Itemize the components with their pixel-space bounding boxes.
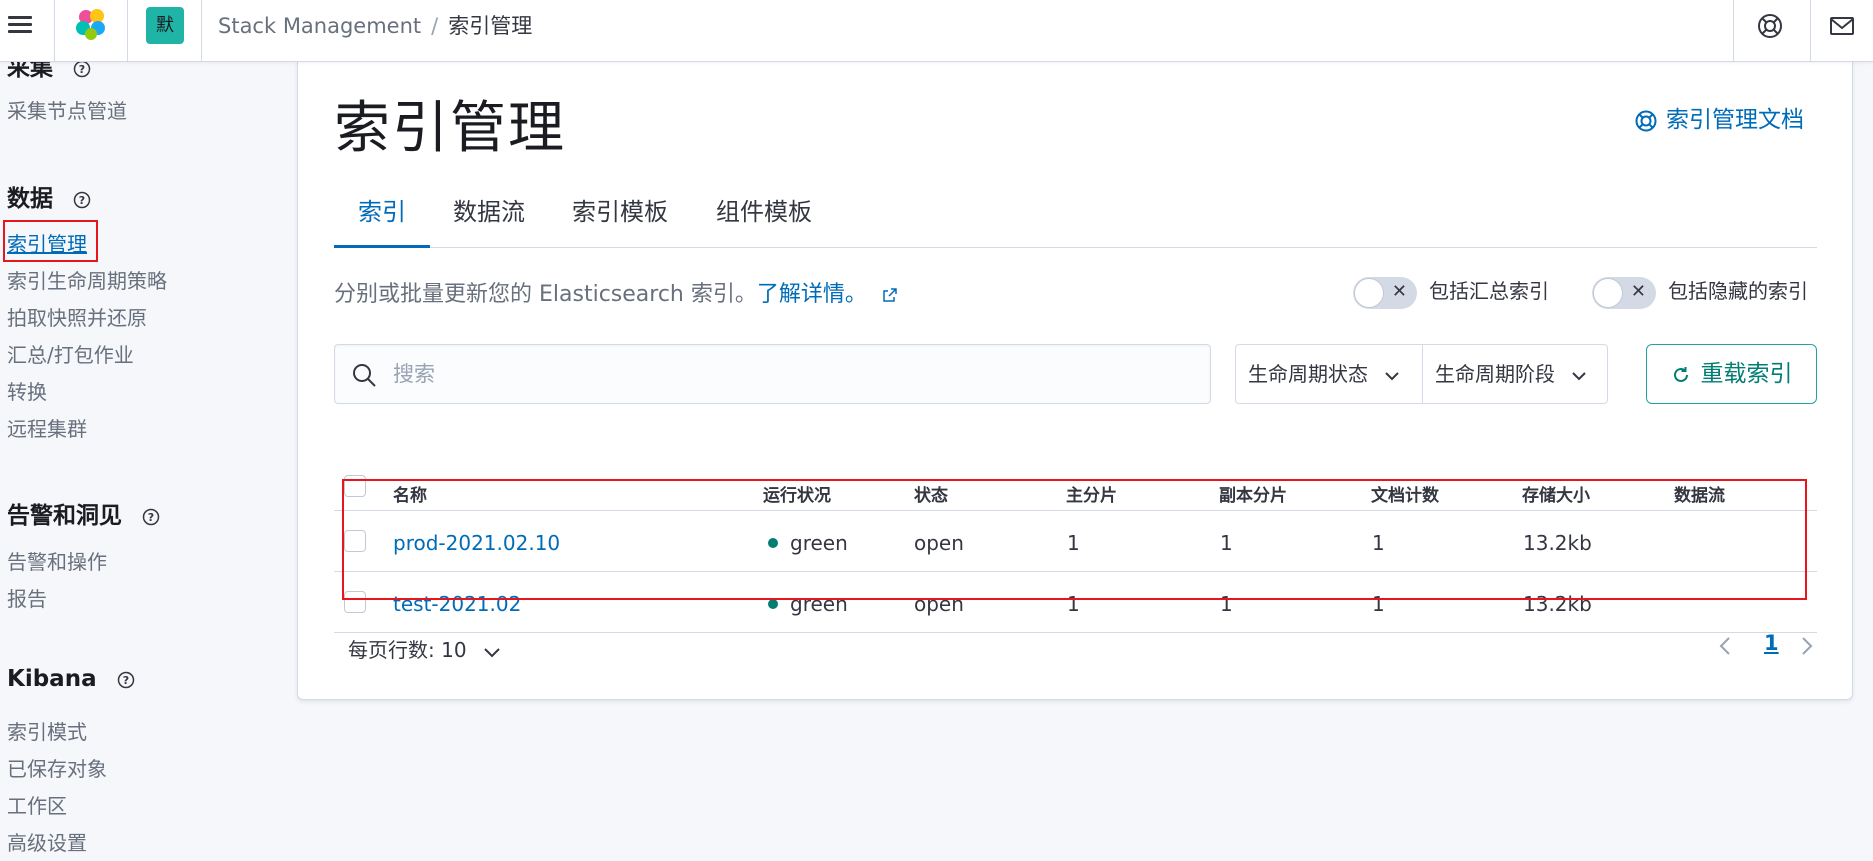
chevron-left-icon[interactable]: [1718, 635, 1732, 657]
question-icon[interactable]: ?: [117, 671, 135, 689]
chevron-down-icon: [1572, 371, 1587, 380]
sidebar-item-advanced-settings[interactable]: 高级设置: [7, 827, 87, 856]
chevron-down-icon: [1385, 371, 1400, 380]
health-dot: [768, 598, 778, 609]
breadcrumb: Stack Management / 索引管理: [218, 12, 532, 40]
docs-link[interactable]: 索引管理文档: [1634, 100, 1804, 134]
lifecycle-status-filter[interactable]: 生命周期状态: [1236, 345, 1422, 403]
switch-knob: [1593, 277, 1623, 308]
toggle-hidden-indices[interactable]: ✕ 包括隐藏的索引: [1592, 275, 1808, 309]
toggle-label: 包括隐藏的索引: [1668, 279, 1808, 303]
toggle-label: 包括汇总索引: [1429, 279, 1549, 303]
pagination: 1: [1718, 631, 1818, 663]
top-header: 默 Stack Management / 索引管理: [0, 0, 1873, 62]
sidebar-item-alerts-actions[interactable]: 告警和操作: [7, 546, 107, 575]
sidebar-item-transforms[interactable]: 转换: [7, 376, 47, 405]
toggle-rollup-indices[interactable]: ✕ 包括汇总索引: [1353, 275, 1549, 309]
hidden-switch[interactable]: ✕: [1592, 276, 1656, 309]
docs-link-label: 索引管理文档: [1666, 107, 1804, 133]
close-icon: ✕: [1391, 280, 1407, 302]
external-link-icon[interactable]: [882, 287, 898, 303]
question-icon[interactable]: ?: [73, 191, 91, 209]
sidebar-item-ilm-policies[interactable]: 索引生命周期策略: [7, 265, 167, 294]
sidebar-item-reporting[interactable]: 报告: [7, 583, 47, 612]
header-divider: [1810, 0, 1811, 62]
filter-group: 生命周期状态 生命周期阶段: [1235, 344, 1608, 404]
close-icon: ✕: [1630, 280, 1646, 302]
filter-label: 生命周期状态: [1248, 362, 1368, 386]
table-bottom-border: [334, 632, 1817, 633]
breadcrumb-stack-management[interactable]: Stack Management: [218, 14, 421, 38]
help-lifebuoy-icon[interactable]: [1754, 10, 1786, 42]
svg-text:?: ?: [79, 194, 85, 207]
nav-heading-alerts-insights: 告警和洞见 ?: [7, 496, 160, 530]
sidebar-item-ingest-pipelines[interactable]: 采集节点管道: [7, 95, 127, 124]
rollup-switch[interactable]: ✕: [1353, 276, 1417, 309]
elastic-logo-icon[interactable]: [72, 6, 110, 44]
svg-text:?: ?: [79, 63, 85, 76]
tab-data-streams[interactable]: 数据流: [446, 188, 532, 248]
header-divider: [201, 0, 202, 62]
sidebar-item-saved-objects[interactable]: 已保存对象: [7, 753, 107, 782]
sidebar-item-snapshot-restore[interactable]: 拍取快照并还原: [7, 302, 147, 331]
reload-indices-button[interactable]: 重载索引: [1646, 344, 1817, 404]
highlight-box: [342, 479, 1807, 600]
tab-index-templates[interactable]: 索引模板: [564, 188, 676, 248]
nav-heading-data: 数据 ?: [7, 179, 91, 213]
lifecycle-phase-filter[interactable]: 生命周期阶段: [1423, 345, 1609, 403]
sidebar-item-index-patterns[interactable]: 索引模式: [7, 716, 87, 745]
lifebuoy-icon: [1635, 110, 1657, 131]
breadcrumb-current: 索引管理: [448, 14, 533, 38]
tab-bar: 索引 数据流 索引模板 组件模板: [334, 188, 1817, 248]
header-divider: [54, 0, 55, 62]
question-icon[interactable]: ?: [73, 60, 91, 78]
refresh-icon: [1673, 366, 1688, 382]
mail-icon[interactable]: [1826, 10, 1858, 42]
chevron-right-icon[interactable]: [1800, 635, 1814, 657]
page-title: 索引管理: [334, 96, 566, 161]
rows-per-page-label: 每页行数: 10: [348, 638, 467, 662]
search-icon: [353, 364, 376, 387]
search-input[interactable]: [393, 345, 1193, 403]
question-icon[interactable]: ?: [142, 508, 160, 526]
sidebar-item-spaces[interactable]: 工作区: [7, 790, 67, 819]
rows-per-page-selector[interactable]: 每页行数: 10: [348, 634, 501, 663]
sidebar-nav: 采集 ? 采集节点管道 数据 ? 索引管理 索引生命周期策略 拍取快照并还原 汇…: [0, 55, 296, 861]
breadcrumb-separator: /: [431, 14, 439, 38]
header-divider: [127, 0, 128, 62]
chevron-down-icon: [484, 647, 500, 657]
switch-knob: [1354, 277, 1384, 308]
sidebar-item-remote-clusters[interactable]: 远程集群: [7, 413, 87, 442]
filter-label: 生命周期阶段: [1435, 362, 1555, 386]
menu-icon[interactable]: [6, 12, 34, 38]
nav-heading-kibana: Kibana ?: [7, 666, 135, 692]
search-field[interactable]: [334, 344, 1211, 404]
svg-text:?: ?: [122, 674, 128, 687]
header-divider: [1733, 0, 1734, 62]
reload-label: 重载索引: [1700, 361, 1793, 387]
description: 分别或批量更新您的 Elasticsearch 索引。了解详情。: [334, 276, 898, 308]
space-avatar[interactable]: 默: [146, 7, 184, 44]
learn-more-link[interactable]: 了解详情。: [757, 282, 867, 307]
sidebar-item-rollup-jobs[interactable]: 汇总/打包作业: [7, 339, 134, 368]
svg-text:?: ?: [148, 511, 154, 524]
description-text: 分别或批量更新您的 Elasticsearch 索引。: [334, 282, 757, 307]
page-number[interactable]: 1: [1764, 631, 1779, 655]
main-panel: 索引管理 索引管理文档 索引 数据流 索引模板 组件模板 分别或批量更新您的 E…: [297, 50, 1853, 700]
tab-component-templates[interactable]: 组件模板: [708, 188, 820, 248]
sidebar-item-index-management[interactable]: 索引管理: [7, 228, 87, 257]
tab-indices[interactable]: 索引: [334, 188, 430, 248]
